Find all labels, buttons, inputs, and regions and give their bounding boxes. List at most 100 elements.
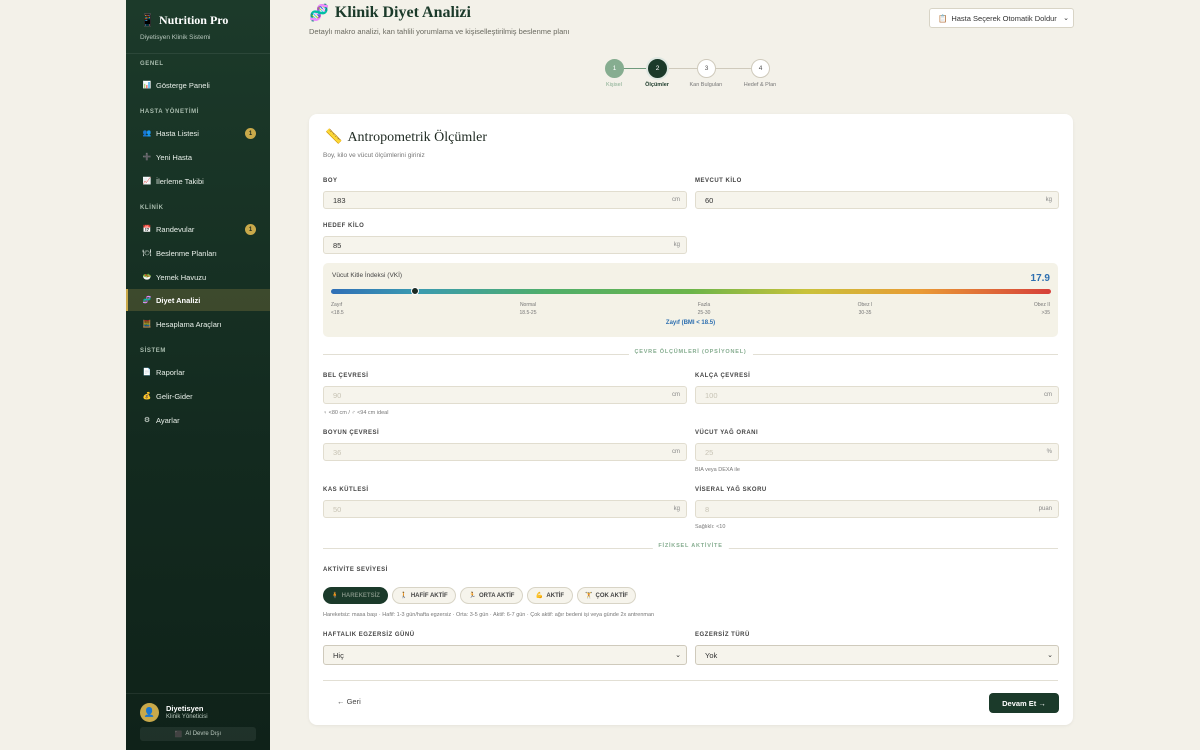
sidebar-item-label: Randevular [156,224,195,234]
sidebar-item-progress[interactable]: 📈 İlerleme Takibi [126,170,270,192]
plus-icon: ➕ [142,154,152,161]
sidebar-item-finance[interactable]: 💰 Gelir-Gider [126,385,270,407]
height-input[interactable]: 183 cm [323,191,687,209]
chevron-down-icon: ⌄ [1063,15,1069,22]
user-panel: 👤 Diyetisyen Klinik Yöneticisi ⬛ AI Devr… [126,693,270,750]
sidebar-item-nutrition-plans[interactable]: 🍽 Beslenme Planları [126,242,270,264]
bmi-tick: Obez I 30-35 [857,302,873,316]
step-2[interactable]: 2 [648,59,667,78]
activity-very-active-button[interactable]: 🏋 ÇOK AKTİF [577,587,636,604]
page-title: 🧬 Klinik Diyet Analizi [309,3,471,23]
step-connector [715,68,751,69]
sidebar-item-reports[interactable]: 📄 Raporlar [126,361,270,383]
ai-toggle-label: AI Devre Dışı [185,731,222,737]
bmi-status: Zayıf (BMI < 18.5) [665,320,716,326]
waist-input[interactable]: 90 cm [323,386,687,404]
sidebar-item-calculators[interactable]: 🧮 Hesaplama Araçları [126,313,270,335]
footer-divider [323,680,1058,681]
sidebar-item-food-pool[interactable]: 🥗 Yemek Havuzu [126,266,270,288]
sidebar-item-label: Yeni Hasta [156,152,192,162]
neck-label: BOYUN ÇEVRESİ [323,430,380,436]
bmi-label: Vücut Kitle İndeksi (VKİ) [332,272,403,279]
dna-icon: 🧬 [309,5,329,22]
hip-placeholder: 100 [705,390,718,400]
visceral-hint: Sağlıklı: <10 [695,524,726,530]
sidebar-item-label: Beslenme Planları [156,248,217,258]
unit-label: % [1046,449,1052,455]
muscle-label: KAS KÜTLESİ [323,487,369,493]
user-role: Klinik Yöneticisi [166,714,208,720]
hip-input[interactable]: 100 cm [695,386,1059,404]
patient-select[interactable]: 📋 Hasta Seçerek Otomatik Doldur ⌄ [929,8,1074,28]
sidebar-item-settings[interactable]: ⚙ Ayarlar [126,409,270,431]
section-divider-label: FİZİKSEL AKTİVİTE [652,543,729,549]
activity-sedentary-button[interactable]: 🧍 HAREKETSİZ [323,587,388,604]
sidebar-item-new-patient[interactable]: ➕ Yeni Hasta [126,146,270,168]
sidebar-item-label: Gösterge Paneli [156,80,210,90]
sidebar-item-label: Hasta Listesi [156,128,199,138]
muscle-icon: 💪 [535,593,544,599]
sidebar-item-label: Yemek Havuzu [156,272,207,282]
user-name: Diyetisyen [166,704,204,713]
bmi-value: 17.9 [1030,273,1050,284]
back-button[interactable]: ← Geri [337,697,361,706]
phone-icon: 📱 [140,13,155,27]
activity-moderate-button[interactable]: 🏃 ORTA AKTİF [460,587,523,604]
step-4[interactable]: 4 [751,59,770,78]
brand-title: 📱 Nutrition Pro [140,13,256,28]
bmi-scale-bar [331,289,1051,294]
height-value: 183 [333,195,346,205]
bmi-tick: Normal 18.5-25 [519,302,537,316]
sidebar-item-dashboard[interactable]: 📊 Gösterge Paneli [126,74,270,96]
continue-button[interactable]: Devam Et → [989,693,1059,713]
step-connector [666,68,697,69]
activity-light-button[interactable]: 🚶 HAFİF AKTİF [392,587,456,604]
sidebar-item-patient-list[interactable]: 👥 Hasta Listesi 1 [126,122,270,144]
weekly-exercise-select[interactable]: Hiç ⌄ [323,645,687,665]
nav-section-clinic: KLİNİK [140,205,164,211]
bmi-tick: Fazla 25-30 [697,302,711,316]
avatar[interactable]: 👤 [140,703,159,722]
patient-select-value: Hasta Seçerek Otomatik Doldur [951,13,1057,23]
document-icon: 📄 [142,369,152,376]
weight-input[interactable]: 60 kg [695,191,1059,209]
nav-section-system: SİSTEM [140,348,166,354]
bodyfat-label: VÜCUT YAĞ ORANI [695,430,759,436]
sidebar-item-label: Diyet Analizi [156,295,201,305]
height-label: BOY [323,178,338,184]
unit-label: kg [673,506,680,512]
ai-toggle-button[interactable]: ⬛ AI Devre Dışı [140,727,256,741]
step-3[interactable]: 3 [697,59,716,78]
target-weight-input[interactable]: 85 kg [323,236,687,254]
muscle-input[interactable]: 50 kg [323,500,687,518]
unit-label: kg [673,242,680,248]
neck-input[interactable]: 36 cm [323,443,687,461]
target-weight-value: 85 [333,240,342,250]
card-subtitle: Boy, kilo ve vücut ölçümlerini giriniz [323,152,425,159]
nav-section-patients: HASTA YÖNETİMİ [140,109,199,115]
card-title: 📏 Antropometrik Ölçümler [325,129,487,146]
visceral-input[interactable]: 8 puan [695,500,1059,518]
bmi-tick: Obez II >35 [1033,302,1050,316]
weight-label: MEVCUT KİLO [695,178,742,184]
sidebar-item-diet-analysis[interactable]: 🧬 Diyet Analizi [126,289,270,311]
activity-active-button[interactable]: 💪 AKTİF [527,587,573,604]
muscle-placeholder: 50 [333,504,342,514]
running-icon: 🏃 [468,593,477,599]
weightlifter-icon: 🏋 [585,593,593,599]
unit-label: cm [672,449,680,455]
target-weight-label: HEDEF KİLO [323,223,365,229]
exercise-type-select[interactable]: Yok ⌄ [695,645,1059,665]
unit-label: cm [1044,392,1052,398]
plate-icon: 🍽 [142,250,152,257]
brand: 📱 Nutrition Pro Diyetisyen Klinik Sistem… [126,0,270,54]
calendar-icon: 📅 [142,226,152,233]
activity-hint: Hareketsiz: masa başı · Hafif: 1-3 gün/h… [323,612,655,618]
sidebar-item-appointments[interactable]: 📅 Randevular 1 [126,218,270,240]
exercise-type-label: EGZERSİZ TÜRÜ [695,632,750,638]
unit-label: cm [672,197,680,203]
page-title-text: Klinik Diyet Analizi [334,4,471,21]
bmi-panel: Vücut Kitle İndeksi (VKİ) 17.9 Zayıf <18.… [323,263,1058,337]
step-1[interactable]: 1 [605,59,624,78]
bodyfat-input[interactable]: 25 % [695,443,1059,461]
